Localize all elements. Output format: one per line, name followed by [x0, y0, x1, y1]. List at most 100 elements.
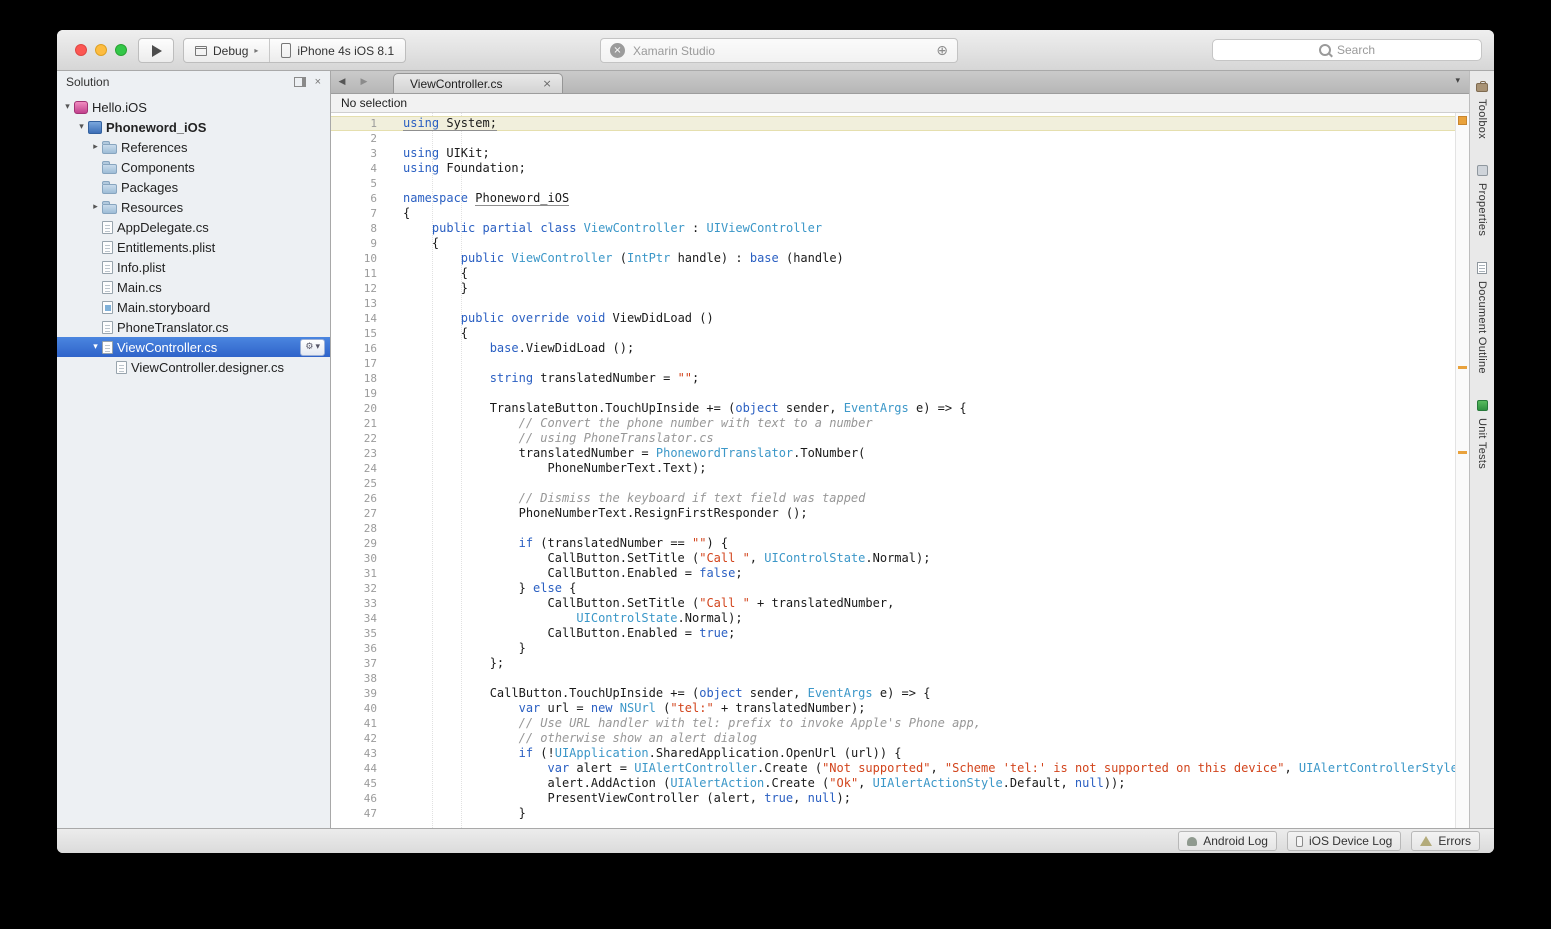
side-tab-document-outline[interactable]: Document Outline — [1476, 262, 1488, 374]
code-line-42[interactable]: 42 // otherwise show an alert dialog — [331, 731, 1469, 746]
code-line-18[interactable]: 18 string translatedNumber = ""; — [331, 371, 1469, 386]
close-tab-icon[interactable] — [542, 77, 551, 90]
code-line-25[interactable]: 25 — [331, 476, 1469, 491]
tree-item-label: Packages — [121, 180, 178, 195]
tree-item-phonetranslator-cs[interactable]: PhoneTranslator.cs — [57, 317, 330, 337]
expand-arrow-icon[interactable]: ▸ — [89, 202, 102, 212]
code-text: CallButton.Enabled = false; — [387, 566, 743, 581]
code-line-27[interactable]: 27 PhoneNumberText.ResignFirstResponder … — [331, 506, 1469, 521]
tree-item-entitlements-plist[interactable]: Entitlements.plist — [57, 237, 330, 257]
code-line-8[interactable]: 8 public partial class ViewController : … — [331, 221, 1469, 236]
code-text: PhoneNumberText.Text); — [387, 461, 706, 476]
code-line-38[interactable]: 38 — [331, 671, 1469, 686]
side-tab-properties[interactable]: Properties — [1476, 165, 1488, 236]
file-plist-icon — [102, 241, 113, 254]
expand-arrow-icon[interactable]: ▸ — [89, 142, 102, 152]
code-line-39[interactable]: 39 CallButton.TouchUpInside += (object s… — [331, 686, 1469, 701]
tree-item-packages[interactable]: Packages — [57, 177, 330, 197]
status-button-ios-device-log[interactable]: iOS Device Log — [1287, 831, 1401, 851]
line-number: 35 — [331, 626, 387, 641]
code-line-21[interactable]: 21 // Convert the phone number with text… — [331, 416, 1469, 431]
code-line-5[interactable]: 5 — [331, 176, 1469, 191]
tab-list-dropdown-icon[interactable] — [1455, 76, 1460, 86]
code-editor-surface[interactable]: 1using System;23using UIKit;4using Found… — [331, 113, 1469, 828]
run-button[interactable] — [138, 38, 174, 63]
code-line-12[interactable]: 12 } — [331, 281, 1469, 296]
code-line-2[interactable]: 2 — [331, 131, 1469, 146]
code-line-11[interactable]: 11 { — [331, 266, 1469, 281]
code-line-7[interactable]: 7{ — [331, 206, 1469, 221]
collapse-arrow-icon[interactable]: ▾ — [61, 102, 74, 112]
file-plist-icon — [102, 261, 113, 274]
code-line-32[interactable]: 32 } else { — [331, 581, 1469, 596]
status-button-android-log[interactable]: Android Log — [1178, 831, 1277, 851]
search-input[interactable]: Search — [1212, 39, 1482, 61]
code-line-20[interactable]: 20 TranslateButton.TouchUpInside += (obj… — [331, 401, 1469, 416]
scroll-annotation-strip[interactable] — [1455, 113, 1469, 828]
item-options-button[interactable]: ⚙▾ — [300, 339, 325, 356]
close-window-button[interactable] — [75, 44, 87, 56]
code-line-33[interactable]: 33 CallButton.SetTitle ("Call " + transl… — [331, 596, 1469, 611]
code-line-22[interactable]: 22 // using PhoneTranslator.cs — [331, 431, 1469, 446]
code-line-34[interactable]: 34 UIControlState.Normal); — [331, 611, 1469, 626]
status-title: Xamarin Studio — [633, 44, 715, 58]
code-line-16[interactable]: 16 base.ViewDidLoad (); — [331, 341, 1469, 356]
status-button-errors[interactable]: Errors — [1411, 831, 1480, 851]
line-number: 23 — [331, 446, 387, 461]
code-line-4[interactable]: 4using Foundation; — [331, 161, 1469, 176]
tree-item-appdelegate-cs[interactable]: AppDelegate.cs — [57, 217, 330, 237]
code-line-9[interactable]: 9 { — [331, 236, 1469, 251]
collapse-arrow-icon[interactable]: ▾ — [89, 342, 102, 352]
side-tab-toolbox[interactable]: Toolbox — [1476, 83, 1488, 139]
tree-item-viewcontroller-cs[interactable]: ▾ViewController.cs⚙▾ — [57, 337, 330, 357]
code-line-3[interactable]: 3using UIKit; — [331, 146, 1469, 161]
tree-item-hello-ios[interactable]: ▾Hello.iOS — [57, 97, 330, 117]
tree-item-main-cs[interactable]: Main.cs — [57, 277, 330, 297]
code-line-41[interactable]: 41 // Use URL handler with tel: prefix t… — [331, 716, 1469, 731]
code-line-26[interactable]: 26 // Dismiss the keyboard if text field… — [331, 491, 1469, 506]
side-tab-unit-tests[interactable]: Unit Tests — [1476, 400, 1488, 469]
code-line-46[interactable]: 46 PresentViewController (alert, true, n… — [331, 791, 1469, 806]
tree-item-phoneword-ios[interactable]: ▾Phoneword_iOS — [57, 117, 330, 137]
code-line-30[interactable]: 30 CallButton.SetTitle ("Call ", UIContr… — [331, 551, 1469, 566]
code-line-19[interactable]: 19 — [331, 386, 1469, 401]
code-line-36[interactable]: 36 } — [331, 641, 1469, 656]
code-line-17[interactable]: 17 — [331, 356, 1469, 371]
code-line-44[interactable]: 44 var alert = UIAlertController.Create … — [331, 761, 1469, 776]
code-line-10[interactable]: 10 public ViewController (IntPtr handle)… — [331, 251, 1469, 266]
code-line-35[interactable]: 35 CallButton.Enabled = true; — [331, 626, 1469, 641]
build-configuration-selector[interactable]: Debug ▸ — [184, 39, 269, 62]
code-line-47[interactable]: 47 } — [331, 806, 1469, 821]
collapse-arrow-icon[interactable]: ▾ — [75, 122, 88, 132]
dock-icon[interactable] — [294, 77, 306, 87]
navigate-forward-icon[interactable] — [353, 71, 375, 93]
code-line-28[interactable]: 28 — [331, 521, 1469, 536]
code-line-14[interactable]: 14 public override void ViewDidLoad () — [331, 311, 1469, 326]
navigate-back-icon[interactable] — [331, 71, 353, 93]
code-line-15[interactable]: 15 { — [331, 326, 1469, 341]
code-line-29[interactable]: 29 if (translatedNumber == "") { — [331, 536, 1469, 551]
code-line-1[interactable]: 1using System; — [331, 116, 1469, 131]
xamarin-studio-window: Debug ▸ iPhone 4s iOS 8.1 Xamarin Studio… — [57, 30, 1494, 853]
tab-viewcontroller-cs[interactable]: ViewController.cs — [393, 73, 563, 93]
tree-item-references[interactable]: ▸References — [57, 137, 330, 157]
tree-item-info-plist[interactable]: Info.plist — [57, 257, 330, 277]
tree-item-main-storyboard[interactable]: Main.storyboard — [57, 297, 330, 317]
tree-item-resources[interactable]: ▸Resources — [57, 197, 330, 217]
zoom-window-button[interactable] — [115, 44, 127, 56]
device-selector[interactable]: iPhone 4s iOS 8.1 — [269, 39, 405, 62]
close-icon[interactable] — [315, 77, 321, 87]
code-line-31[interactable]: 31 CallButton.Enabled = false; — [331, 566, 1469, 581]
code-line-24[interactable]: 24 PhoneNumberText.Text); — [331, 461, 1469, 476]
code-line-6[interactable]: 6namespace Phoneword_iOS — [331, 191, 1469, 206]
code-line-13[interactable]: 13 — [331, 296, 1469, 311]
code-line-23[interactable]: 23 translatedNumber = PhonewordTranslato… — [331, 446, 1469, 461]
code-line-43[interactable]: 43 if (!UIApplication.SharedApplication.… — [331, 746, 1469, 761]
status-button-label: Android Log — [1203, 834, 1268, 848]
tree-item-viewcontroller-designer-cs[interactable]: ViewController.designer.cs — [57, 357, 330, 377]
code-line-40[interactable]: 40 var url = new NSUrl ("tel:" + transla… — [331, 701, 1469, 716]
code-line-37[interactable]: 37 }; — [331, 656, 1469, 671]
code-line-45[interactable]: 45 alert.AddAction (UIAlertAction.Create… — [331, 776, 1469, 791]
tree-item-components[interactable]: Components — [57, 157, 330, 177]
minimize-window-button[interactable] — [95, 44, 107, 56]
